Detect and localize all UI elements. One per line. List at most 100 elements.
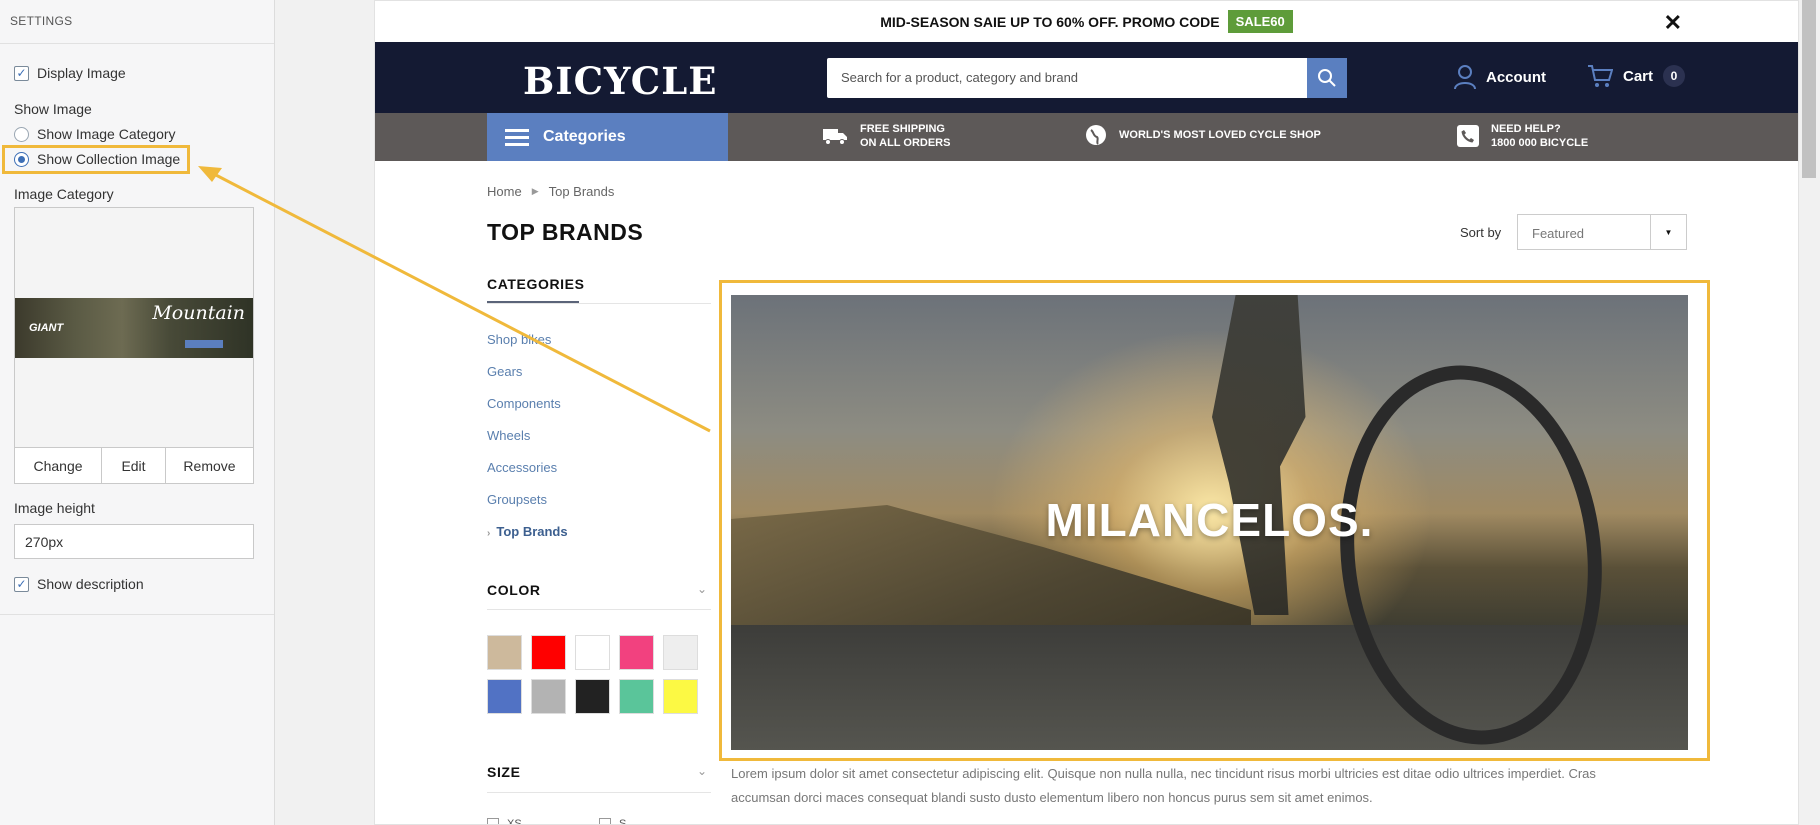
thumb-text: Mountain	[152, 302, 245, 324]
search-box[interactable]: Search for a product, category and brand	[827, 58, 1347, 98]
cart-link[interactable]: Cart 0	[1587, 64, 1686, 88]
color-swatch[interactable]	[619, 635, 654, 670]
promo-text: MID-SEASON SAIE UP TO 60% OFF. PROMO COD…	[880, 13, 1220, 30]
chevron-down-icon: ▼	[1650, 215, 1686, 249]
feature2-text: WORLD'S MOST LOVED CYCLE SHOP	[1119, 129, 1321, 141]
categories-title: CATEGORIES	[487, 276, 585, 292]
color-swatch[interactable]	[575, 679, 610, 714]
phone-icon	[1457, 125, 1479, 147]
checkbox-icon	[599, 818, 611, 824]
settings-panel: SETTINGS ✓ Display Image Show Image Show…	[0, 0, 275, 825]
checkbox-checked-icon: ✓	[14, 65, 29, 81]
color-swatch[interactable]	[531, 679, 566, 714]
chevron-down-icon[interactable]: ⌄	[697, 582, 707, 596]
color-swatch[interactable]	[619, 679, 654, 714]
image-height-input[interactable]: 270px	[14, 524, 254, 559]
show-collection-image-radio[interactable]: Show Collection Image	[14, 151, 180, 167]
categories-button-label: Categories	[543, 128, 626, 145]
scrollbar[interactable]	[1799, 0, 1820, 825]
chevron-down-icon[interactable]: ⌄	[697, 764, 707, 778]
checkbox-checked-icon: ✓	[14, 576, 29, 592]
color-swatch[interactable]	[663, 679, 698, 714]
collection-hero-image: MILANCELOS.	[731, 295, 1688, 750]
display-image-checkbox[interactable]: ✓ Display Image	[14, 65, 126, 81]
hero-title: MILANCELOS.	[1045, 494, 1374, 546]
collection-description: Lorem ipsum dolor sit amet consectetur a…	[731, 766, 1596, 805]
size-label: S	[619, 818, 627, 825]
color-divider	[487, 609, 711, 610]
breadcrumb-home[interactable]: Home	[487, 184, 522, 199]
radio-selected-icon	[14, 151, 29, 167]
hamburger-icon	[505, 125, 529, 150]
search-input[interactable]: Search for a product, category and brand	[841, 70, 1078, 85]
feature3-line1: NEED HELP?	[1491, 123, 1561, 135]
color-swatch[interactable]	[487, 635, 522, 670]
search-button[interactable]	[1307, 58, 1347, 98]
show-image-category-radio[interactable]: Show Image Category	[14, 126, 176, 142]
remove-button[interactable]: Remove	[166, 448, 253, 483]
user-icon	[1454, 65, 1476, 90]
close-icon[interactable]: ✕	[1664, 10, 1682, 36]
nav-bar: Categories FREE SHIPPING ON ALL ORDERS WO…	[375, 113, 1798, 161]
image-picker: GIANT Mountain Change Edit Remove	[14, 207, 254, 484]
show-description-label: Show description	[37, 576, 144, 592]
sort-select[interactable]: Featured ▼	[1517, 214, 1687, 250]
color-swatch[interactable]	[531, 635, 566, 670]
display-image-label: Display Image	[37, 65, 126, 81]
category-link[interactable]: Shop bikes	[487, 332, 551, 347]
checkbox-icon	[487, 818, 499, 824]
category-link[interactable]: Wheels	[487, 428, 530, 443]
cart-count-badge: 0	[1663, 65, 1686, 87]
breadcrumb: Home ▶ Top Brands	[487, 184, 614, 199]
settings-header: SETTINGS	[0, 0, 274, 44]
free-shipping-feature: FREE SHIPPING ON ALL ORDERS	[822, 122, 950, 150]
sort-label: Sort by	[1460, 225, 1502, 240]
cart-icon	[1588, 65, 1613, 87]
category-link[interactable]: Gears	[487, 364, 522, 379]
categories-underline	[487, 301, 579, 303]
category-link[interactable]: Accessories	[487, 460, 557, 475]
size-option[interactable]: S	[599, 818, 627, 825]
edit-button[interactable]: Edit	[102, 448, 166, 483]
store-preview: MID-SEASON SAIE UP TO 60% OFF. PROMO COD…	[374, 0, 1799, 825]
category-link-active[interactable]: › Top Brands	[487, 524, 568, 539]
cart-label: Cart	[1623, 67, 1654, 85]
account-link[interactable]: Account	[1453, 64, 1546, 90]
scrollbar-thumb[interactable]	[1802, 0, 1816, 178]
page-title: TOP BRANDS	[487, 219, 644, 245]
size-option[interactable]: XS	[487, 818, 522, 824]
help-feature: NEED HELP? 1800 000 BICYCLE	[1457, 122, 1588, 150]
show-collection-image-label: Show Collection Image	[37, 151, 181, 167]
chevron-right-icon: ›	[487, 528, 491, 539]
color-title: COLOR	[487, 582, 541, 598]
category-link[interactable]: Components	[487, 396, 561, 411]
category-link[interactable]: Groupsets	[487, 492, 547, 507]
promo-bar: MID-SEASON SAIE UP TO 60% OFF. PROMO COD…	[375, 1, 1798, 42]
radio-unselected-icon	[14, 126, 29, 142]
breadcrumb-separator-icon: ▶	[531, 186, 539, 196]
thumb-brand: GIANT	[29, 322, 64, 334]
show-image-label: Show Image	[14, 101, 92, 117]
color-swatch[interactable]	[487, 679, 522, 714]
size-divider	[487, 792, 711, 793]
change-button[interactable]: Change	[15, 448, 102, 483]
categories-divider	[487, 303, 711, 304]
store-logo[interactable]: BICYCLE	[523, 59, 717, 103]
feature1-line2: ON ALL ORDERS	[860, 137, 951, 149]
thumb-shop-button	[185, 340, 223, 348]
breadcrumb-current: Top Brands	[548, 184, 615, 199]
color-swatch[interactable]	[575, 635, 610, 670]
image-category-label: Image Category	[14, 186, 114, 202]
truck-icon	[823, 129, 847, 145]
size-title: SIZE	[487, 764, 521, 780]
image-height-label: Image height	[14, 500, 95, 516]
show-description-checkbox[interactable]: ✓ Show description	[14, 576, 144, 592]
globe-icon	[1086, 125, 1106, 145]
image-actions: Change Edit Remove	[15, 447, 253, 483]
categories-menu-button[interactable]: Categories	[487, 113, 728, 161]
feature1-line1: FREE SHIPPING	[860, 123, 945, 135]
account-label: Account	[1486, 68, 1546, 86]
promo-code-badge: SALE60	[1227, 10, 1293, 33]
feature3-line2: 1800 000 BICYCLE	[1491, 137, 1589, 149]
color-swatch[interactable]	[663, 635, 698, 670]
